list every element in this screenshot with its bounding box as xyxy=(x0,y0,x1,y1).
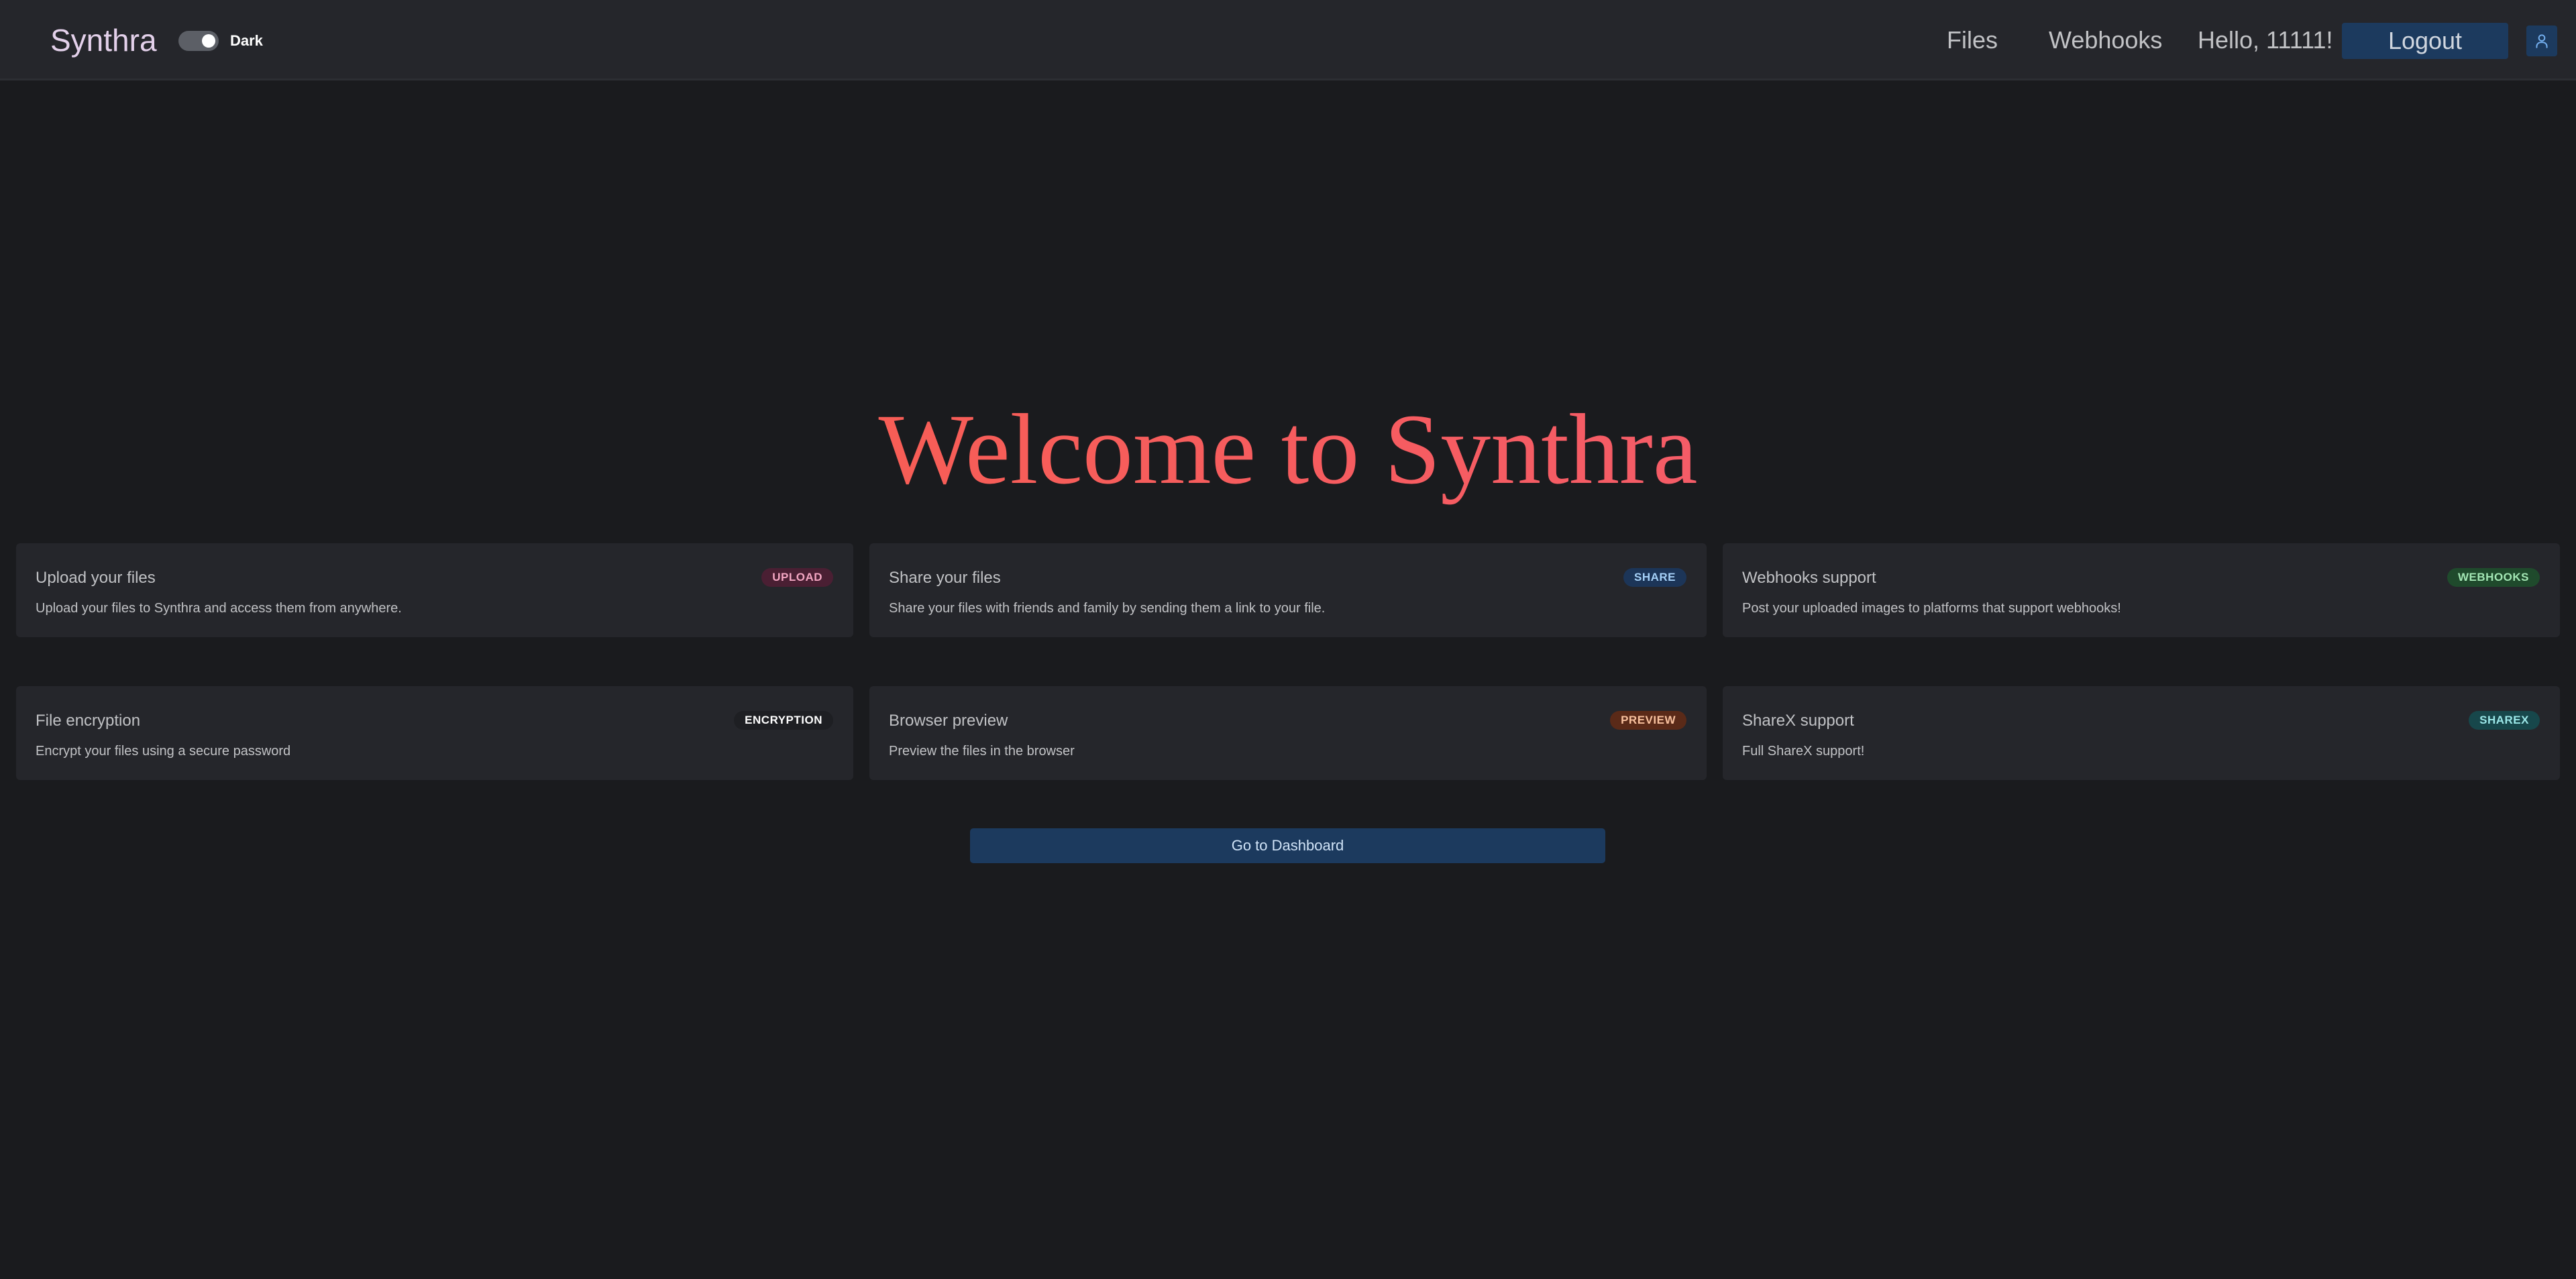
user-icon xyxy=(2536,34,2548,48)
feature-title: Browser preview xyxy=(889,712,1008,730)
nav-files-link[interactable]: Files xyxy=(1947,25,1998,55)
feature-badge: SHAREX xyxy=(2469,711,2540,730)
feature-card: Webhooks support WEBHOOKS Post your upload… xyxy=(1723,543,2560,637)
feature-badge: SHARE xyxy=(1623,568,1686,587)
feature-description: Full ShareX support! xyxy=(1742,744,1865,759)
toggle-knob xyxy=(202,34,215,48)
feature-title: File encryption xyxy=(36,712,141,730)
page-title: Welcome to Synthra xyxy=(0,389,2576,510)
feature-description: Encrypt your files using a secure passwo… xyxy=(36,744,291,759)
logout-button[interactable]: Logout xyxy=(2342,23,2508,59)
feature-title: Upload your files xyxy=(36,569,156,587)
feature-card: File encryption ENCRYPTION Encrypt your fi… xyxy=(16,686,853,780)
nav-webhooks-link[interactable]: Webhooks xyxy=(2049,25,2162,55)
theme-toggle[interactable] xyxy=(178,31,219,51)
feature-card: Share your files SHARE Share your files wi… xyxy=(869,543,1707,637)
feature-card: Browser preview PREVIEW Preview the files … xyxy=(869,686,1707,780)
brand-logo[interactable]: Synthra xyxy=(50,23,157,58)
feature-badge: ENCRYPTION xyxy=(734,711,833,730)
feature-badge: PREVIEW xyxy=(1610,711,1686,730)
feature-description: Post your uploaded images to platforms t… xyxy=(1742,601,2121,616)
user-greeting: Hello, 11111! xyxy=(2198,26,2333,54)
feature-card: Upload your files UPLOAD Upload your files… xyxy=(16,543,853,637)
theme-toggle-label: Dark xyxy=(230,32,263,49)
feature-title: Share your files xyxy=(889,569,1001,587)
feature-badge: UPLOAD xyxy=(761,568,833,587)
feature-description: Upload your files to Synthra and access … xyxy=(36,601,402,616)
feature-title: Webhooks support xyxy=(1742,569,1876,587)
user-profile-button[interactable] xyxy=(2526,25,2557,56)
go-to-dashboard-button[interactable]: Go to Dashboard xyxy=(970,828,1605,863)
feature-title: ShareX support xyxy=(1742,712,1854,730)
feature-card: ShareX support SHAREX Full ShareX support! xyxy=(1723,686,2560,780)
feature-badge: WEBHOOKS xyxy=(2447,568,2540,587)
feature-description: Share your files with friends and family… xyxy=(889,601,1326,616)
top-navbar: Synthra Dark Files Webhooks Hello, 11111… xyxy=(0,0,2576,80)
feature-description: Preview the files in the browser xyxy=(889,744,1075,759)
